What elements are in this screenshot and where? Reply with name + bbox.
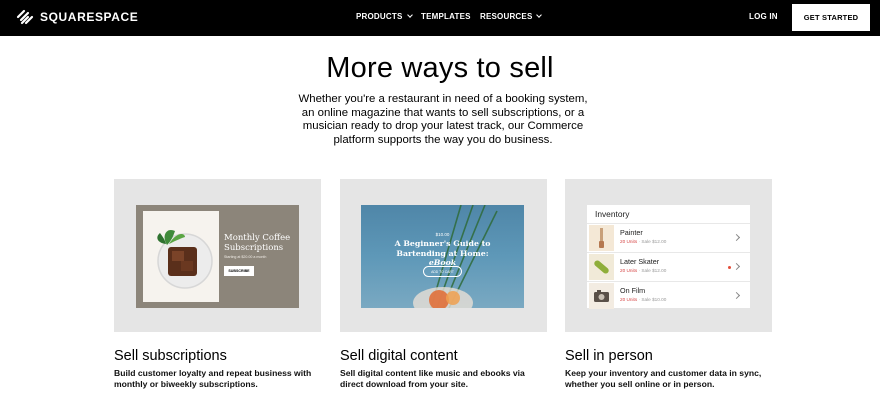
chevron-right-icon: [732, 262, 741, 271]
card-desc-subscriptions: Build customer loyalty and repeat busine…: [114, 368, 312, 389]
top-navigation: SQUARESPACE PRODUCTS TEMPLATES RESOURCES…: [0, 0, 880, 36]
sale-price: · Sale $12.00: [638, 268, 667, 273]
units-count: 20 Units: [620, 268, 638, 273]
card-desc-in-person: Keep your inventory and customer data in…: [565, 368, 762, 389]
chevron-down-icon: [536, 12, 543, 18]
inventory-item-meta: 20 Units · Sale $10.00: [620, 297, 666, 302]
inventory-title: Inventory: [595, 209, 630, 219]
iced-coffee-illustration: [157, 229, 213, 289]
ebook-price: $10.00: [435, 232, 450, 237]
chevron-right-icon: [732, 233, 741, 242]
squarespace-logo-icon: [16, 9, 34, 25]
get-started-button[interactable]: GET STARTED: [792, 4, 870, 31]
list-item: Painter 20 Units · Sale $12.00: [587, 224, 750, 252]
nav-templates-label: TEMPLATES: [421, 12, 471, 21]
sale-price: · Sale $10.00: [638, 297, 667, 302]
coffee-photo: [143, 211, 219, 302]
nav-login-label: LOG IN: [749, 12, 778, 21]
inventory-item-name: Later Skater: [620, 257, 660, 266]
nav-products[interactable]: PRODUCTS: [356, 12, 413, 21]
inventory-item-meta: 20 Units · Sale $12.00: [620, 239, 666, 244]
nav-products-label: PRODUCTS: [356, 12, 403, 21]
nav-resources-label: RESOURCES: [480, 12, 533, 21]
add-to-cart-mock-button: ADD TO CART: [423, 266, 462, 277]
card-title-subscriptions: Sell subscriptions: [114, 348, 227, 364]
ebook-title-line1: A Beginner's Guide to: [394, 239, 491, 248]
inventory-item-name: On Film: [620, 286, 646, 295]
subscribe-mock-button: SUBSCRIBE: [224, 266, 254, 276]
camera-icon: [589, 283, 614, 309]
nav-login[interactable]: LOG IN: [749, 12, 778, 21]
nav-resources[interactable]: RESOURCES: [480, 12, 543, 21]
paintbrush-icon: [589, 225, 614, 251]
page-subtitle: Whether you're a restaurant in need of a…: [298, 93, 588, 146]
card-title-digital-content: Sell digital content: [340, 348, 458, 364]
ebook-title: A Beginner's Guide to Bartending at Home…: [385, 239, 500, 268]
chevron-down-icon: [406, 12, 413, 18]
list-item: Later Skater 20 Units · Sale $12.00: [587, 253, 750, 281]
list-item: On Film 20 Units · Sale $10.00: [587, 282, 750, 310]
nav-templates[interactable]: TEMPLATES: [421, 12, 471, 21]
inventory-item-meta: 20 Units · Sale $12.00: [620, 268, 666, 273]
chevron-right-icon: [732, 291, 741, 300]
page-title: More ways to sell: [326, 52, 554, 84]
ebook-mockup: $10.00 A Beginner's Guide to Bartending …: [361, 205, 524, 308]
squarespace-logo[interactable]: SQUARESPACE: [16, 9, 138, 25]
alert-dot-icon: [728, 266, 731, 269]
units-count: 20 Units: [620, 297, 638, 302]
card-title-in-person: Sell in person: [565, 348, 653, 364]
units-count: 20 Units: [620, 239, 638, 244]
brand-name: SQUARESPACE: [40, 10, 139, 24]
skateboard-icon: [589, 254, 614, 280]
inventory-item-name: Painter: [620, 228, 643, 237]
sale-price: · Sale $12.00: [638, 239, 667, 244]
subscription-mock-title: Monthly Coffee Subscriptions: [224, 233, 291, 253]
inventory-mockup: Inventory Painter 20 Units · Sale $12.00…: [587, 205, 750, 310]
card-desc-digital-content: Sell digital content like music and eboo…: [340, 368, 525, 389]
ebook-title-line2: Bartending at Home:: [396, 248, 489, 258]
subscription-mock-price: Starting at $20.00 a month: [224, 255, 267, 259]
